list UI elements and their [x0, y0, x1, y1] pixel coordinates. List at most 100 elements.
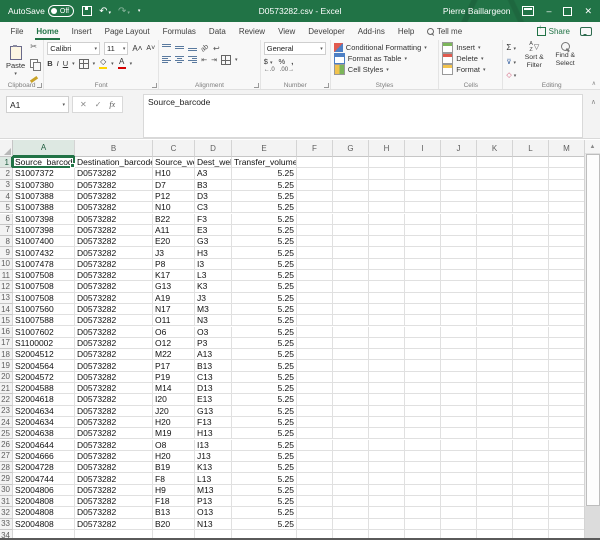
cell-D30[interactable]: M13 [195, 484, 232, 496]
cell-A12[interactable]: S1007508 [13, 281, 75, 293]
cell-G2[interactable] [333, 168, 369, 180]
cell-F14[interactable] [297, 303, 333, 316]
cell-E10[interactable]: 5.25 [232, 258, 297, 270]
cell-L28[interactable] [513, 462, 549, 474]
cell-G8[interactable] [333, 236, 369, 248]
cell-C28[interactable]: B19 [153, 462, 195, 474]
cell-I14[interactable] [405, 303, 441, 316]
cell-C15[interactable]: O11 [153, 315, 195, 327]
cell-I7[interactable] [405, 224, 441, 237]
cell-J20[interactable] [441, 371, 477, 383]
sort-filter-button[interactable]: A Z ▽ Sort & Filter [521, 41, 547, 80]
cell-F26[interactable] [297, 439, 333, 451]
cell-M14[interactable] [549, 303, 585, 316]
cell-K2[interactable] [477, 168, 513, 180]
cell-G32[interactable] [333, 507, 369, 519]
cell-G21[interactable] [333, 383, 369, 395]
cell-E27[interactable]: 5.25 [232, 450, 297, 463]
cell-J16[interactable] [441, 326, 477, 338]
col-header-I[interactable]: I [405, 140, 441, 157]
cell-C20[interactable]: P19 [153, 371, 195, 383]
cell-C29[interactable]: F8 [153, 473, 195, 485]
cell-B31[interactable]: D0573282 [75, 496, 153, 508]
col-header-D[interactable]: D [195, 140, 232, 157]
cell-D11[interactable]: L3 [195, 270, 232, 282]
cell-I11[interactable] [405, 270, 441, 282]
cell-E21[interactable]: 5.25 [232, 383, 297, 395]
cell-E22[interactable]: 5.25 [232, 394, 297, 406]
cell-F32[interactable] [297, 507, 333, 519]
cell-A17[interactable]: S1100002 [13, 337, 75, 350]
row-header-17[interactable]: 17 [0, 337, 13, 350]
cell-B8[interactable]: D0573282 [75, 236, 153, 248]
cell-J23[interactable] [441, 405, 477, 417]
cell-B30[interactable]: D0573282 [75, 484, 153, 496]
cell-B19[interactable]: D0573282 [75, 360, 153, 372]
cell-G25[interactable] [333, 428, 369, 440]
row-header-3[interactable]: 3 [0, 179, 13, 191]
cell-A21[interactable]: S2004588 [13, 383, 75, 395]
cell-L24[interactable] [513, 416, 549, 429]
cell-I10[interactable] [405, 258, 441, 270]
row-header-18[interactable]: 18 [0, 349, 13, 361]
cell-E19[interactable]: 5.25 [232, 360, 297, 372]
cell-G20[interactable] [333, 371, 369, 383]
cell-G22[interactable] [333, 394, 369, 406]
shrink-font-icon[interactable]: A˅ [146, 45, 155, 52]
comments-icon[interactable] [580, 26, 592, 36]
cell-I28[interactable] [405, 462, 441, 474]
cell-D6[interactable]: F3 [195, 213, 232, 225]
col-header-J[interactable]: J [441, 140, 477, 157]
paste-dropdown[interactable]: ▾ [14, 71, 17, 77]
cell-F1[interactable] [297, 157, 333, 169]
cell-C27[interactable]: H20 [153, 450, 195, 463]
cell-K20[interactable] [477, 371, 513, 383]
cell-D21[interactable]: D13 [195, 383, 232, 395]
cell-G14[interactable] [333, 303, 369, 316]
cell-A32[interactable]: S2004808 [13, 507, 75, 519]
cell-F19[interactable] [297, 360, 333, 372]
cell-I6[interactable] [405, 213, 441, 225]
cell-K16[interactable] [477, 326, 513, 338]
cell-E4[interactable]: 5.25 [232, 190, 297, 203]
cell-E15[interactable]: 5.25 [232, 315, 297, 327]
scroll-up-icon[interactable]: ▲ [585, 140, 600, 154]
share-button[interactable]: Share [536, 25, 570, 36]
cell-A22[interactable]: S2004618 [13, 394, 75, 406]
formula-bar-collapse-icon[interactable]: ∧ [591, 98, 596, 106]
cell-J4[interactable] [441, 190, 477, 203]
cell-D7[interactable]: E3 [195, 224, 232, 237]
user-name[interactable]: Pierre Baillargeon [443, 6, 511, 16]
cell-M23[interactable] [549, 405, 585, 417]
cancel-icon[interactable]: ✕ [80, 100, 87, 109]
cell-A31[interactable]: S2004808 [13, 496, 75, 508]
cell-H9[interactable] [369, 247, 405, 259]
cell-A1[interactable]: Source_barcode [13, 157, 75, 169]
cell-H6[interactable] [369, 213, 405, 225]
tab-insert[interactable]: Insert [65, 22, 98, 40]
cell-F10[interactable] [297, 258, 333, 270]
cell-B22[interactable]: D0573282 [75, 394, 153, 406]
cell-B33[interactable]: D0573282 [75, 518, 153, 530]
col-header-H[interactable]: H [369, 140, 405, 157]
cell-J11[interactable] [441, 270, 477, 282]
cell-K31[interactable] [477, 496, 513, 508]
cell-K18[interactable] [477, 349, 513, 361]
cell-K8[interactable] [477, 236, 513, 248]
cell-K29[interactable] [477, 473, 513, 485]
cell-E20[interactable]: 5.25 [232, 371, 297, 383]
cell-J3[interactable] [441, 179, 477, 191]
cell-H1[interactable] [369, 157, 405, 169]
cell-M10[interactable] [549, 258, 585, 270]
cell-I3[interactable] [405, 179, 441, 191]
cell-B13[interactable]: D0573282 [75, 292, 153, 304]
cell-B28[interactable]: D0573282 [75, 462, 153, 474]
cell-D22[interactable]: E13 [195, 394, 232, 406]
cell-C33[interactable]: B20 [153, 518, 195, 530]
cell-E9[interactable]: 5.25 [232, 247, 297, 259]
cell-G16[interactable] [333, 326, 369, 338]
cell-K30[interactable] [477, 484, 513, 496]
cell-A10[interactable]: S1007478 [13, 258, 75, 270]
cell-G19[interactable] [333, 360, 369, 372]
cell-J29[interactable] [441, 473, 477, 485]
